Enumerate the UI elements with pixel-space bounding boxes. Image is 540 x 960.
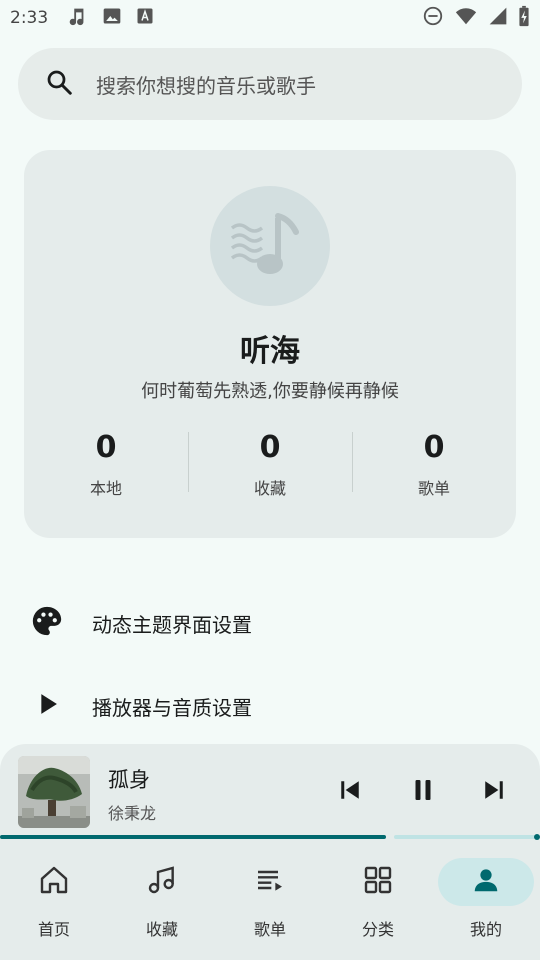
- wifi-icon: [454, 5, 478, 32]
- status-bar: 2:33: [0, 0, 540, 36]
- mini-player[interactable]: 孤身 徐秉龙: [0, 744, 540, 842]
- image-icon: [102, 6, 122, 31]
- progress-remaining: [394, 835, 536, 839]
- do-not-disturb-icon: [422, 5, 444, 32]
- home-icon: [38, 864, 70, 900]
- avatar[interactable]: [210, 186, 330, 306]
- grid-icon: [362, 864, 394, 900]
- palette-icon: [30, 604, 64, 642]
- album-art[interactable]: [18, 756, 90, 828]
- menu-item-label: 播放器与音质设置: [92, 695, 252, 720]
- music-wave-note-icon: [220, 194, 320, 298]
- nav-label: 我的: [469, 920, 502, 939]
- bottom-navigation: 首页 收藏 歌单 分类 我的: [0, 842, 540, 960]
- playback-progress-bar[interactable]: [0, 834, 540, 840]
- person-icon: [471, 865, 501, 899]
- battery-charging-icon: [518, 5, 530, 32]
- menu-item-theme-settings[interactable]: 动态主题界面设置: [30, 603, 510, 643]
- stat-favorites-label: 收藏: [253, 479, 286, 498]
- nav-item-home[interactable]: 首页: [0, 842, 108, 960]
- stat-local-label: 本地: [89, 479, 122, 498]
- stat-local[interactable]: 0 本地: [24, 430, 188, 500]
- user-name: 听海: [240, 334, 300, 369]
- stats-row: 0 本地 0 收藏 0 歌单: [24, 430, 516, 500]
- user-signature: 何时葡萄先熟透,你要静候再静候: [141, 381, 399, 402]
- playlist-icon: [254, 864, 286, 900]
- song-title: 孤身: [108, 768, 150, 792]
- nav-label: 歌单: [253, 920, 286, 939]
- status-time: 2:33: [10, 8, 49, 28]
- nav-item-categories[interactable]: 分类: [324, 842, 432, 960]
- pause-button[interactable]: [405, 774, 441, 810]
- stat-local-value: 0: [95, 430, 117, 465]
- music-note-icon: [66, 5, 88, 32]
- pause-icon: [408, 775, 438, 809]
- search-icon[interactable]: [44, 67, 74, 101]
- search-input[interactable]: 搜索你想搜的音乐或歌手: [96, 70, 316, 99]
- music-notes-icon: [146, 864, 178, 900]
- nav-label: 分类: [361, 920, 394, 939]
- stat-playlists-label: 歌单: [417, 479, 450, 498]
- next-button[interactable]: [476, 774, 512, 810]
- next-icon: [479, 775, 509, 809]
- profile-card: 听海 何时葡萄先熟透,你要静候再静候 0 本地 0 收藏 0 歌单: [24, 150, 516, 538]
- stat-favorites-value: 0: [259, 430, 281, 465]
- stat-playlists-value: 0: [423, 430, 445, 465]
- nav-item-mine[interactable]: 我的: [432, 842, 540, 960]
- nav-item-favorites[interactable]: 收藏: [108, 842, 216, 960]
- menu-item-player-settings[interactable]: 播放器与音质设置: [30, 686, 510, 726]
- nav-label: 首页: [37, 920, 70, 939]
- stat-playlists[interactable]: 0 歌单: [352, 430, 516, 500]
- previous-icon: [335, 775, 365, 809]
- signal-icon: [488, 6, 508, 31]
- progress-handle[interactable]: [534, 834, 540, 840]
- search-bar[interactable]: 搜索你想搜的音乐或歌手: [18, 48, 522, 120]
- song-artist: 徐秉龙: [108, 804, 157, 823]
- progress-played: [0, 835, 386, 839]
- nav-item-playlists[interactable]: 歌单: [216, 842, 324, 960]
- menu-item-label: 动态主题界面设置: [92, 612, 252, 637]
- stat-favorites[interactable]: 0 收藏: [188, 430, 352, 500]
- play-icon: [30, 687, 64, 725]
- font-a-icon: [136, 7, 154, 30]
- previous-button[interactable]: [332, 774, 368, 810]
- nav-label: 收藏: [145, 920, 178, 939]
